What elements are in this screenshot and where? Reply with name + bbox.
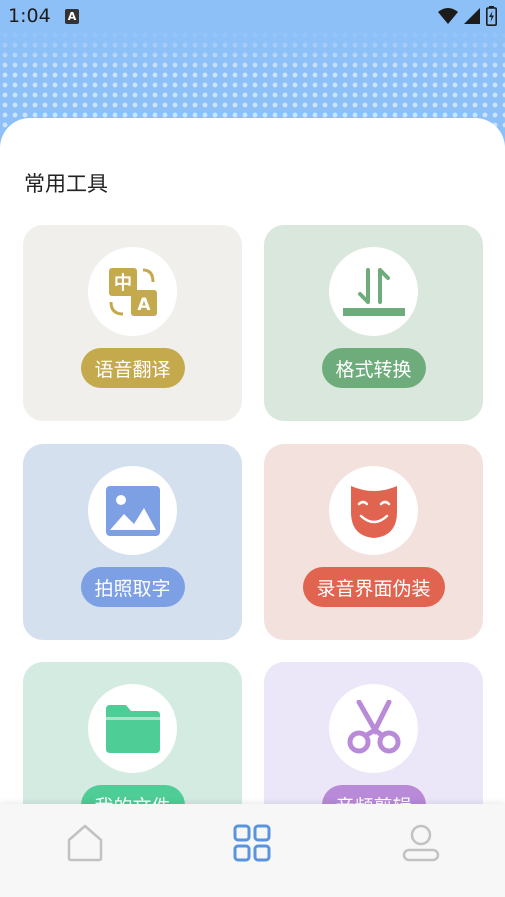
format-convert-icon [342,267,405,316]
status-bar: 1:04 A [0,0,505,34]
signal-icon [464,8,480,24]
icon-circle [88,466,177,555]
scissors-icon [347,699,400,753]
translate-icon: 中 A [108,267,157,316]
section-title: 常用工具 [24,172,108,196]
grid-icon [233,824,271,862]
svg-text:中: 中 [114,272,132,294]
mask-icon [350,485,397,538]
tool-card-record-disguise[interactable]: 录音界面伪装 [264,444,483,640]
folder-icon [105,704,160,753]
icon-circle: 中 A [88,247,177,336]
tool-label: 录音界面伪装 [302,567,445,607]
home-icon [67,824,103,862]
tool-card-photo-ocr[interactable]: 拍照取字 [23,444,242,640]
icon-circle [329,466,418,555]
tool-label: 语音翻译 [80,348,185,388]
notification-a-icon: A [65,9,79,24]
icon-circle [329,684,418,773]
tool-label: 拍照取字 [80,567,185,607]
nav-profile[interactable] [400,822,442,864]
status-time: 1:04 [8,5,51,27]
icon-circle [88,684,177,773]
wifi-icon [438,8,458,24]
nav-tools[interactable] [231,822,273,864]
svg-text:A: A [137,295,151,315]
user-icon [402,824,440,862]
icon-circle [329,247,418,336]
image-icon [105,485,160,536]
tool-label: 格式转换 [321,348,426,388]
nav-home[interactable] [64,822,106,864]
tool-card-voice-translate[interactable]: 中 A 语音翻译 [23,225,242,421]
tool-card-format-convert[interactable]: 格式转换 [264,225,483,421]
bottom-nav [0,804,505,897]
battery-icon [486,6,497,26]
header-dot-pattern [0,30,505,130]
status-icons [438,6,497,26]
